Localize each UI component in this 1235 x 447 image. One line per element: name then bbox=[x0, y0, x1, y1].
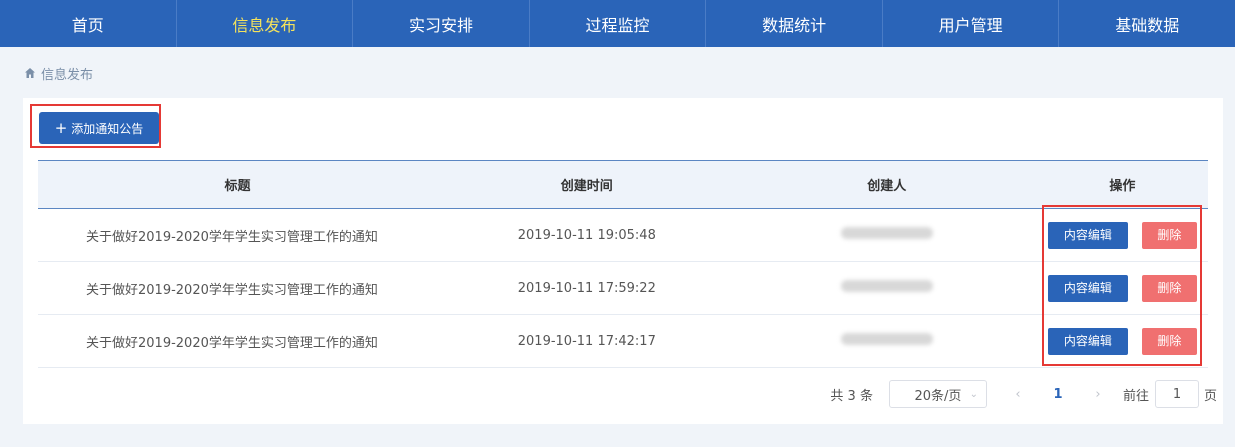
goto-page-input[interactable] bbox=[1154, 380, 1199, 408]
header-actions: 操作 bbox=[1109, 179, 1136, 194]
creator-blurred bbox=[840, 333, 933, 345]
row-title: 关于做好2019-2020学年学生实习管理工作的通知 bbox=[86, 335, 378, 351]
plus-icon: + bbox=[54, 118, 68, 137]
page-number[interactable]: 1 bbox=[1033, 387, 1083, 402]
breadcrumb-label[interactable]: 信息发布 bbox=[41, 64, 93, 83]
delete-button[interactable]: 删除 bbox=[1141, 274, 1197, 302]
table-row: 关于做好2019-2020学年学生实习管理工作的通知 2019-10-11 17… bbox=[38, 262, 1208, 315]
top-nav: 首页 信息发布 实习安排 过程监控 数据统计 用户管理 基础数据 bbox=[0, 0, 1235, 47]
header-title: 标题 bbox=[224, 179, 251, 194]
nav-item-process-monitor[interactable]: 过程监控 bbox=[530, 0, 707, 47]
nav-item-home[interactable]: 首页 bbox=[0, 0, 177, 47]
goto-label: 前往 bbox=[1122, 388, 1149, 404]
next-page-icon[interactable]: › bbox=[1083, 387, 1113, 402]
delete-button[interactable]: 删除 bbox=[1141, 327, 1197, 355]
breadcrumb: 信息发布 bbox=[0, 47, 1235, 99]
creator-blurred bbox=[840, 227, 933, 239]
page-size-select[interactable]: 20条/页 ⌄ bbox=[888, 380, 987, 408]
header-creator: 创建人 bbox=[867, 179, 907, 194]
content-panel: + 添加通知公告 标题 创建时间 创建人 操作 关于做好2019-2020学年学… bbox=[23, 98, 1223, 424]
nav-item-internship-arrangement[interactable]: 实习安排 bbox=[353, 0, 530, 47]
row-title: 关于做好2019-2020学年学生实习管理工作的通知 bbox=[86, 282, 378, 298]
table-row: 关于做好2019-2020学年学生实习管理工作的通知 2019-10-11 19… bbox=[38, 209, 1208, 262]
home-icon bbox=[25, 68, 35, 78]
header-created-time: 创建时间 bbox=[560, 179, 613, 194]
page-unit-label: 页 bbox=[1203, 388, 1217, 404]
delete-button[interactable]: 删除 bbox=[1141, 221, 1197, 249]
page-size-value: 20条/页 bbox=[914, 388, 962, 404]
add-button-highlight: + 添加通知公告 bbox=[30, 104, 161, 148]
table-header-row: 标题 创建时间 创建人 操作 bbox=[38, 160, 1208, 209]
nav-item-statistics[interactable]: 数据统计 bbox=[706, 0, 883, 47]
add-notice-button[interactable]: + 添加通知公告 bbox=[39, 112, 159, 144]
row-time: 2019-10-11 17:59:22 bbox=[517, 280, 656, 296]
add-notice-label: 添加通知公告 bbox=[71, 121, 144, 136]
edit-content-button[interactable]: 内容编辑 bbox=[1047, 327, 1128, 355]
notice-table: 标题 创建时间 创建人 操作 关于做好2019-2020学年学生实习管理工作的通… bbox=[38, 160, 1208, 368]
prev-page-icon[interactable]: ‹ bbox=[1003, 387, 1033, 402]
pagination-total: 共 3 条 bbox=[830, 388, 873, 404]
table-row: 关于做好2019-2020学年学生实习管理工作的通知 2019-10-11 17… bbox=[38, 315, 1208, 368]
nav-item-base-data[interactable]: 基础数据 bbox=[1059, 0, 1235, 47]
edit-content-button[interactable]: 内容编辑 bbox=[1047, 274, 1128, 302]
nav-item-user-management[interactable]: 用户管理 bbox=[883, 0, 1060, 47]
row-title: 关于做好2019-2020学年学生实习管理工作的通知 bbox=[86, 229, 378, 245]
chevron-down-icon: ⌄ bbox=[969, 388, 978, 400]
edit-content-button[interactable]: 内容编辑 bbox=[1047, 221, 1128, 249]
pagination: 共 3 条 20条/页 ⌄ ‹ 1 › 前往 页 bbox=[830, 380, 1223, 408]
row-time: 2019-10-11 17:42:17 bbox=[517, 333, 656, 349]
nav-item-info-publish[interactable]: 信息发布 bbox=[177, 0, 354, 47]
row-time: 2019-10-11 19:05:48 bbox=[517, 227, 656, 243]
creator-blurred bbox=[840, 280, 933, 292]
